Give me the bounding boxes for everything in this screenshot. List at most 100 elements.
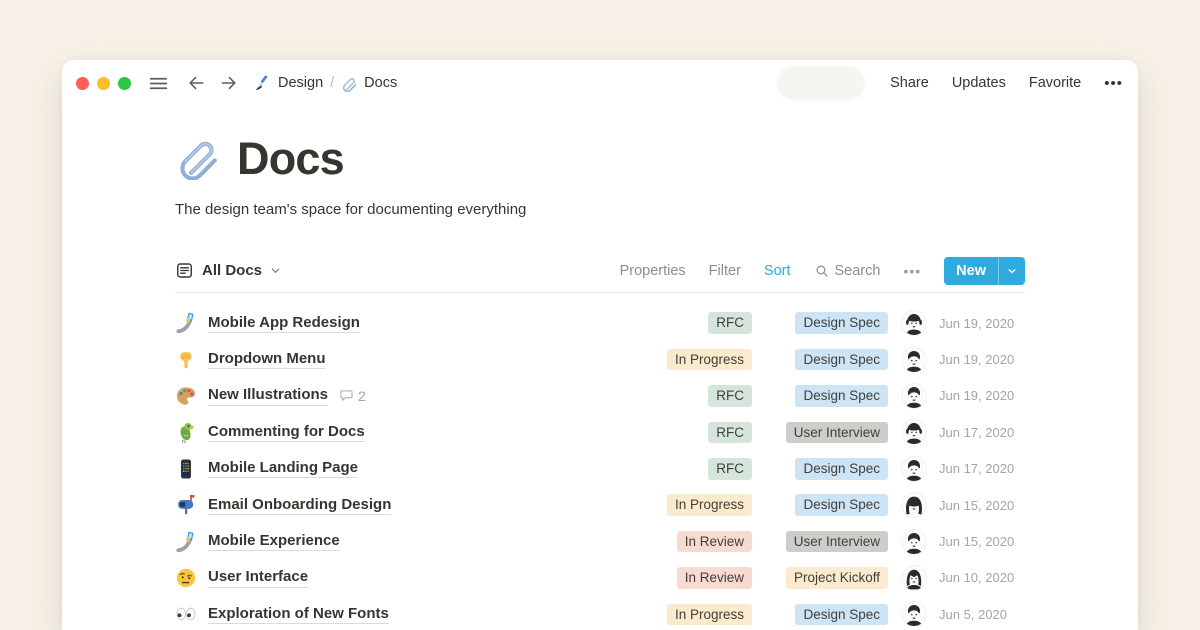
status-tag[interactable]: In Progress [667,349,752,371]
edited-date: Jun 19, 2020 [939,388,1025,403]
status-tag[interactable]: RFC [708,385,752,407]
table-row[interactable]: Email Onboarding Design In Progress Desi… [175,487,1025,523]
status-tag[interactable]: RFC [708,458,752,480]
doc-title-link[interactable]: New Illustrations [208,386,328,405]
avatar[interactable] [902,384,926,408]
face-with-raised-eyebrow-icon [175,567,197,589]
zoom-window-button[interactable] [118,77,131,90]
edited-date: Jun 19, 2020 [939,352,1025,367]
page-content: Docs The design team's space for documen… [62,106,1138,630]
doc-title-link[interactable]: Mobile Landing Page [208,459,358,478]
properties-button[interactable]: Properties [620,263,686,279]
table-row[interactable]: New Illustrations 2 RFC Design Spec Jun … [175,378,1025,414]
share-button[interactable]: Share [890,75,929,91]
doc-title-link[interactable]: Commenting for Docs [208,423,365,442]
search-icon [814,263,830,279]
doc-type-tag[interactable]: Project Kickoff [786,567,888,589]
artist-palette-icon [175,385,197,407]
doc-title-link[interactable]: Mobile App Redesign [208,314,360,333]
edited-date: Jun 15, 2020 [939,498,1025,513]
doc-title-link[interactable]: User Interface [208,568,308,587]
avatar[interactable] [902,566,926,590]
doc-title-link[interactable]: Mobile Experience [208,532,340,551]
edited-date: Jun 17, 2020 [939,461,1025,476]
comment-count: 2 [358,388,366,404]
status-tag[interactable]: RFC [708,422,752,444]
backhand-index-pointing-down-icon [175,349,197,371]
sort-button[interactable]: Sort [764,263,791,279]
doc-type-tag[interactable]: Design Spec [795,312,888,334]
doc-type-tag[interactable]: Design Spec [795,458,888,480]
titlebar: Design / Docs Share Updates Favorite ••• [62,60,1138,106]
doc-type-tag[interactable]: Design Spec [795,604,888,626]
chevron-down-icon [270,265,281,276]
avatar[interactable] [902,457,926,481]
table-row[interactable]: Mobile Landing Page RFC Design Spec Jun … [175,451,1025,487]
avatar[interactable] [902,311,926,335]
breadcrumb-parent[interactable]: Design [254,74,323,92]
toolbar-more-icon[interactable]: ••• [903,263,921,279]
blurred-element [777,66,865,100]
status-tag[interactable]: In Review [677,531,752,553]
eyes-icon [175,603,197,625]
breadcrumb-current[interactable]: Docs [341,75,397,92]
view-switcher[interactable]: All Docs [175,261,281,280]
minimize-window-button[interactable] [97,77,110,90]
status-tag[interactable]: RFC [708,312,752,334]
breadcrumb-separator: / [323,75,341,91]
table-row[interactable]: Commenting for Docs RFC User Interview J… [175,414,1025,450]
doc-type-tag[interactable]: Design Spec [795,494,888,516]
doc-title-link[interactable]: Email Onboarding Design [208,496,391,515]
paperclip-icon[interactable] [175,133,222,185]
mailbox-icon [175,494,197,516]
search-button[interactable]: Search [814,263,881,279]
page-title[interactable]: Docs [237,133,344,185]
page-description[interactable]: The design team's space for documenting … [175,201,1025,218]
new-button-label[interactable]: New [944,257,998,285]
doc-type-tag[interactable]: User Interview [786,531,888,553]
doc-type-tag[interactable]: Design Spec [795,385,888,407]
avatar[interactable] [902,348,926,372]
docs-table: Mobile App Redesign RFC Design Spec Jun … [175,293,1025,630]
doc-title-link[interactable]: Dropdown Menu [208,350,325,369]
paintbrush-icon [254,74,272,92]
doc-type-tag[interactable]: Design Spec [795,349,888,371]
doc-title-link[interactable]: Exploration of New Fonts [208,605,389,624]
avatar[interactable] [902,420,926,444]
sidebar-menu-icon[interactable] [148,73,169,94]
new-button-caret[interactable] [998,257,1025,285]
search-label: Search [835,263,881,279]
breadcrumb: Design / Docs [254,74,397,92]
close-window-button[interactable] [76,77,89,90]
table-row[interactable]: User Interface In Review Project Kickoff… [175,560,1025,596]
favorite-button[interactable]: Favorite [1029,75,1081,91]
collection-toolbar: All Docs Properties Filter Sort Search •… [175,249,1025,293]
edited-date: Jun 15, 2020 [939,534,1025,549]
filter-button[interactable]: Filter [709,263,741,279]
avatar[interactable] [902,530,926,554]
updates-button[interactable]: Updates [952,75,1006,91]
status-tag[interactable]: In Progress [667,604,752,626]
edited-date: Jun 19, 2020 [939,316,1025,331]
selfie-icon [175,531,197,553]
page-header: Docs [175,132,1025,186]
status-tag[interactable]: In Review [677,567,752,589]
more-options-icon[interactable]: ••• [1104,75,1123,92]
paperclip-icon [341,75,358,92]
back-arrow-icon[interactable] [186,73,206,93]
notion-window: Design / Docs Share Updates Favorite •••… [62,60,1138,630]
edited-date: Jun 17, 2020 [939,425,1025,440]
table-row[interactable]: Mobile Experience In Review User Intervi… [175,523,1025,559]
avatar[interactable] [902,602,926,626]
breadcrumb-current-label: Docs [364,75,397,91]
new-button[interactable]: New [944,257,1025,285]
table-row[interactable]: Exploration of New Fonts In Progress Des… [175,596,1025,630]
forward-arrow-icon[interactable] [219,73,239,93]
table-row[interactable]: Mobile App Redesign RFC Design Spec Jun … [175,305,1025,341]
status-tag[interactable]: In Progress [667,494,752,516]
mobile-phone-icon [175,458,197,480]
doc-type-tag[interactable]: User Interview [786,422,888,444]
comment-count-badge[interactable]: 2 [339,388,366,404]
avatar[interactable] [902,493,926,517]
table-row[interactable]: Dropdown Menu In Progress Design Spec Ju… [175,341,1025,377]
